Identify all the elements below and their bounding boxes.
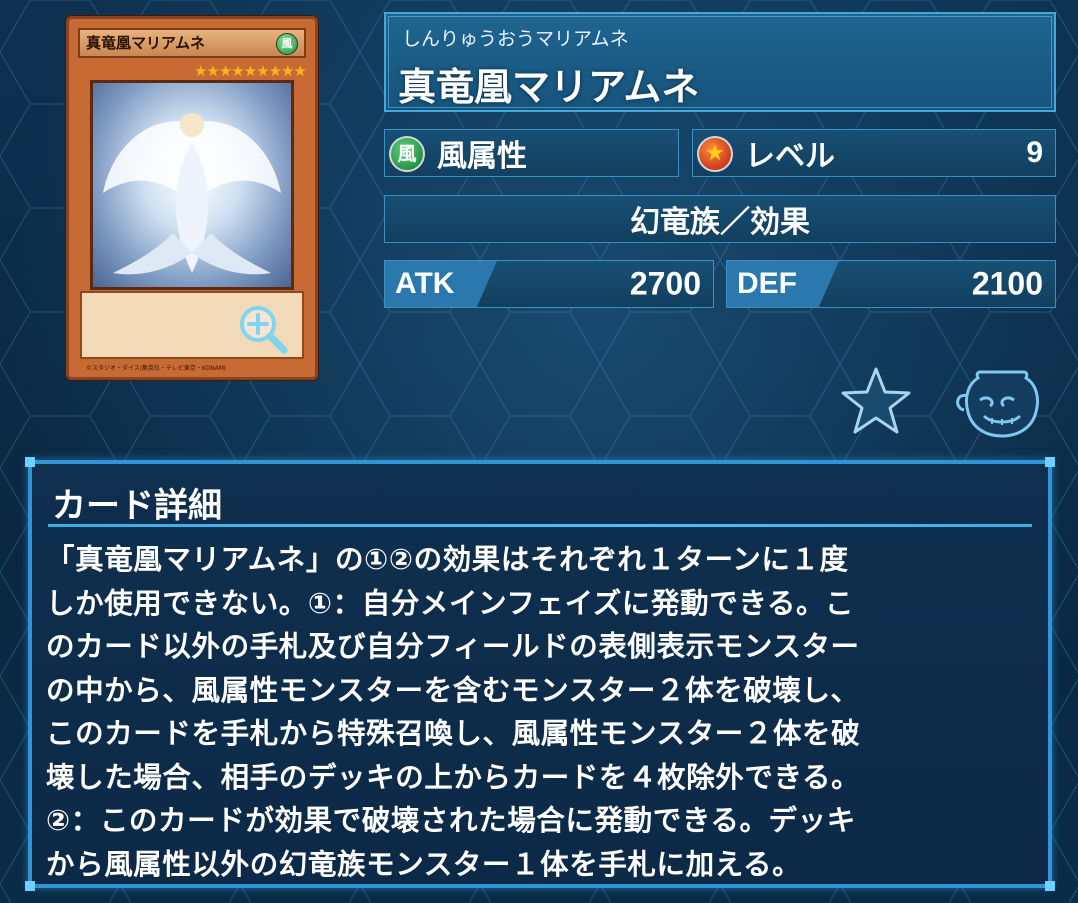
- divider: [48, 524, 1032, 527]
- card-copyright: ©スタジオ・ダイス/集英社・テレビ東京・KONAMI: [86, 365, 226, 372]
- atk-label: ATK: [395, 267, 455, 300]
- zoom-in-icon[interactable]: [236, 302, 292, 358]
- card-name-panel: しんりゅうおうマリアムネ 真竜凰マリアムネ: [384, 12, 1056, 112]
- effect-line: 「真竜凰マリアムネ」の①②の効果はそれぞれ１ターンに１度: [46, 543, 849, 576]
- wind-attribute-icon: 風: [389, 136, 425, 172]
- card-detail-panel: カード詳細 「真竜凰マリアムネ」の①②の効果はそれぞれ１ターンに１度 しか使用で…: [25, 457, 1055, 891]
- effect-line: しか使用できない。①：自分メインフェイズに発動できる。こ: [46, 586, 855, 620]
- effect-line: の中から、風属性モンスターを含むモンスター２体を破壊し、: [46, 673, 860, 707]
- pot-icon[interactable]: [952, 366, 1040, 438]
- card-level-stars: ★★★★★★★★★: [193, 62, 307, 80]
- effect-line: のカード以外の手札及び自分フィールドの表側表示モンスター: [46, 630, 860, 663]
- monster-type: 幻竜族／効果: [630, 205, 810, 240]
- effect-line: このカードを手札から特殊召喚し、風属性モンスター２体を破: [46, 717, 861, 750]
- effect-line: から風属性以外の幻竜族モンスター１体を手札に加える。: [46, 847, 802, 881]
- level-box: ★ レベル 9: [692, 129, 1056, 177]
- def-value: 2100: [971, 265, 1043, 302]
- atk-box: ATK 2700: [384, 260, 714, 308]
- card-attribute-icon: 風: [276, 33, 298, 55]
- card-artwork: [90, 80, 294, 290]
- card-detail-title: カード詳細: [52, 486, 222, 526]
- level-label: レベル: [745, 139, 835, 174]
- attribute-box: 風 風属性: [384, 129, 679, 177]
- attribute-label: 風属性: [437, 139, 527, 174]
- card-image-name: 真竜凰マリアムネ 風: [78, 28, 306, 58]
- atk-value: 2700: [629, 265, 701, 302]
- card-image[interactable]: 真竜凰マリアムネ 風 ★★★★★★★★★ ©スタジオ・ダイス/集英社・テレビ東京…: [66, 16, 318, 380]
- card-name: 真竜凰マリアムネ: [398, 65, 700, 109]
- card-effect-text: 「真竜凰マリアムネ」の①②の効果はそれぞれ１ターンに１度 しか使用できない。①：…: [46, 538, 1036, 886]
- level-star-icon: ★: [697, 136, 733, 172]
- star-icon[interactable]: [840, 366, 912, 436]
- def-box: DEF 2100: [726, 260, 1056, 308]
- effect-line: ②：このカードが効果で破壊された場合に発動できる。デッキ: [46, 804, 856, 837]
- monster-type-box: 幻竜族／効果: [384, 195, 1056, 243]
- def-label: DEF: [737, 267, 797, 300]
- card-name-reading: しんりゅうおうマリアムネ: [402, 28, 629, 50]
- level-value: 9: [1026, 136, 1043, 169]
- effect-line: 壊した場合、相手のデッキの上からカードを４枚除外できる。: [46, 760, 861, 794]
